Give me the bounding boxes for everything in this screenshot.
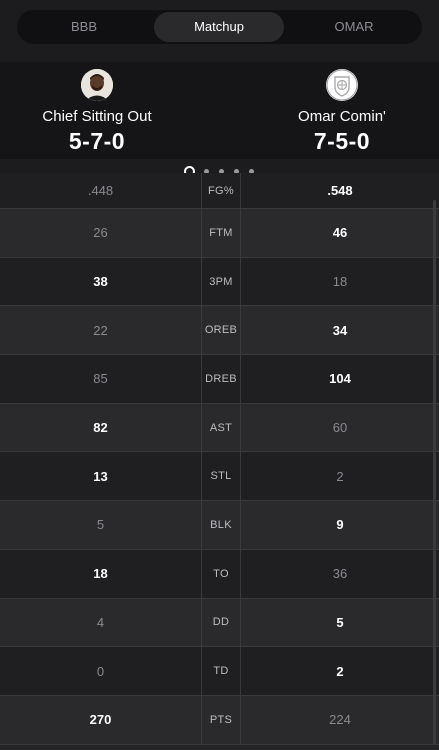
left-value: 5 — [96, 517, 105, 533]
stat-category: DREB — [201, 355, 241, 403]
stat-row-td: 0 TD 2 — [0, 647, 439, 696]
top-bar: BBB Matchup OMAR — [0, 0, 439, 62]
left-value: 82 — [93, 420, 108, 436]
team-tab-selector: BBB Matchup OMAR — [17, 10, 422, 44]
left-value: .448 — [87, 183, 114, 198]
stat-category: OREB — [201, 306, 241, 355]
right-value: 2 — [336, 468, 344, 484]
stat-row-dd: 4 DD 5 — [0, 598, 439, 648]
stat-row-ast: 82 AST 60 — [0, 403, 439, 453]
stats-table: .448 FG% .548 26 FTM 46 38 3PM 18 22 OREB 34 85 DREB 1… — [0, 173, 439, 745]
team-left-record: 5-7-0 — [68, 128, 126, 154]
tab-bbb[interactable]: BBB — [19, 10, 149, 44]
scrollbar[interactable] — [433, 200, 436, 745]
team-right-name: Omar Comin' — [298, 108, 386, 125]
stat-row-fg-pct: .448 FG% .548 — [0, 173, 439, 209]
stat-row-blk: 5 BLK 9 — [0, 501, 439, 550]
right-value: 60 — [332, 420, 348, 436]
right-value: 104 — [329, 371, 351, 387]
right-value: 18 — [332, 274, 348, 290]
team-left-name: Chief Sitting Out — [42, 108, 152, 125]
stat-category: AST — [201, 403, 241, 452]
right-value: 2 — [336, 663, 344, 679]
player-photo-icon — [81, 69, 113, 101]
left-value: 18 — [93, 566, 108, 582]
stat-row-3pm: 38 3PM 18 — [0, 257, 439, 307]
stat-category: PTS — [201, 695, 241, 744]
left-value: 13 — [93, 468, 108, 484]
right-value: 46 — [332, 225, 348, 241]
left-value: 26 — [93, 225, 108, 241]
right-value: 34 — [332, 322, 348, 338]
left-value: 85 — [93, 371, 108, 387]
left-value: 38 — [93, 274, 108, 290]
player-avatar — [81, 69, 113, 101]
stat-category: TO — [201, 549, 241, 598]
left-value: 0 — [96, 663, 105, 679]
right-value: 36 — [332, 566, 348, 582]
team-left[interactable]: Chief Sitting Out 5-7-0 — [0, 62, 207, 155]
stat-category: 3PM — [201, 257, 241, 306]
matchup-header: Chief Sitting Out 5-7-0 Omar Comin' 7-5-… — [0, 62, 439, 159]
stat-row-ftm: 26 FTM 46 — [0, 209, 439, 258]
stat-category: BLK — [201, 501, 241, 549]
stat-row-stl: 13 STL 2 — [0, 452, 439, 502]
right-value: .548 — [327, 183, 353, 198]
stat-row-to: 18 TO 36 — [0, 549, 439, 599]
team-logo — [326, 69, 358, 101]
stat-category: FTM — [201, 209, 241, 257]
shield-icon — [326, 69, 358, 101]
stat-row-pts: 270 PTS 224 — [0, 695, 439, 745]
stat-category: STL — [201, 452, 241, 501]
right-value: 224 — [329, 712, 351, 728]
stat-row-oreb: 22 OREB 34 — [0, 306, 439, 356]
stat-category: TD — [201, 647, 241, 695]
stat-category: FG% — [201, 173, 241, 208]
tab-matchup[interactable]: Matchup — [154, 12, 284, 42]
left-value: 4 — [96, 614, 105, 630]
team-right[interactable]: Omar Comin' 7-5-0 — [232, 62, 439, 155]
right-value: 9 — [336, 517, 344, 533]
tab-omar[interactable]: OMAR — [289, 10, 419, 44]
right-value: 5 — [336, 614, 344, 630]
stat-category: DD — [201, 598, 241, 647]
left-value: 270 — [89, 712, 112, 728]
team-right-record: 7-5-0 — [313, 128, 371, 154]
stat-row-dreb: 85 DREB 104 — [0, 355, 439, 404]
left-value: 22 — [93, 322, 108, 338]
